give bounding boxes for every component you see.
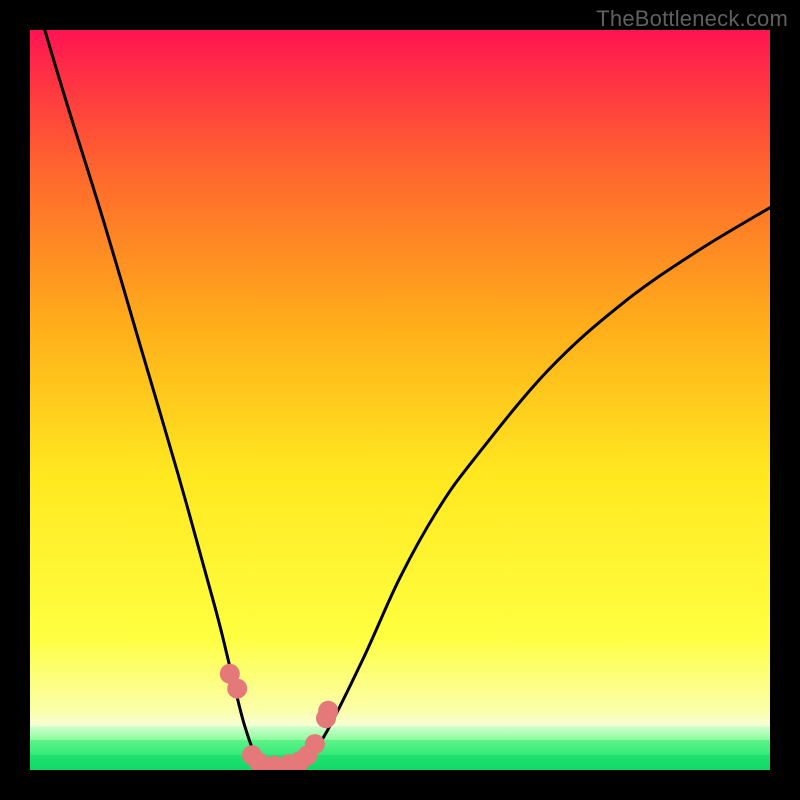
marker-point	[318, 701, 338, 721]
marker-point	[305, 734, 325, 754]
plot-area	[30, 30, 770, 770]
bottleneck-curve	[45, 30, 770, 770]
watermark-text: TheBottleneck.com	[596, 6, 788, 32]
chart-frame: TheBottleneck.com	[0, 0, 800, 800]
marker-point	[227, 679, 247, 699]
curve-layer	[30, 30, 770, 770]
